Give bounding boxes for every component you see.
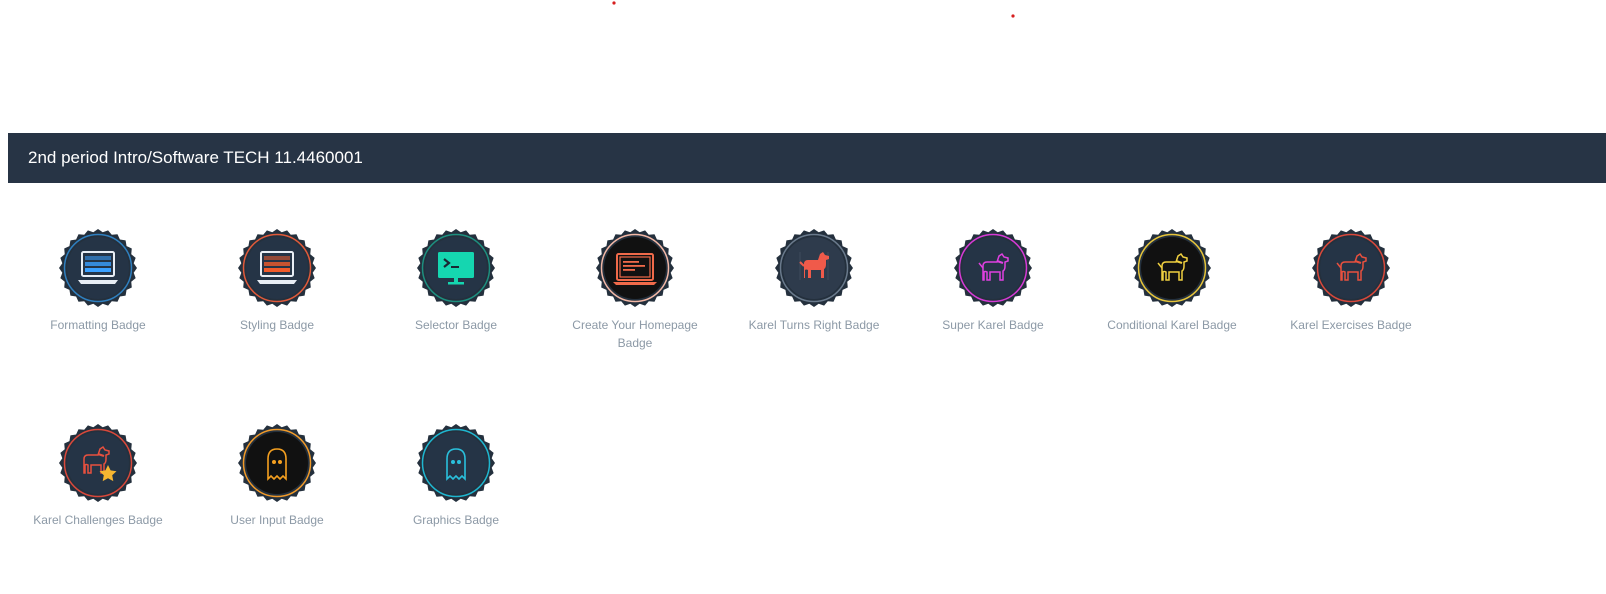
ghost-icon: [238, 424, 316, 502]
badge-label: Styling Badge: [239, 318, 315, 332]
badge-label: Karel Turns Right Badge: [748, 318, 880, 332]
badge-label: Graphics Badge: [412, 513, 500, 527]
monitor-bars-icon: [59, 229, 137, 307]
dog-outline-icon: [1312, 229, 1390, 307]
badge-super-karel[interactable]: Super Karel Badge: [903, 228, 1083, 334]
badge-karel-challenges[interactable]: Karel Challenges Badge: [8, 423, 188, 529]
badge-grid: Formatting Badge Styling Badge Selector …: [8, 183, 1606, 583]
badge-create-your-homepage[interactable]: Create Your Homepage Badge: [545, 228, 725, 352]
badge-label: Super Karel Badge: [942, 318, 1044, 332]
badge-label: Conditional Karel Badge: [1107, 318, 1237, 332]
badge-label: Karel Challenges Badge: [33, 513, 163, 527]
browser-window-icon: [596, 229, 674, 307]
badge-karel-turns-right[interactable]: Karel Turns Right Badge: [724, 228, 904, 334]
dog-star-icon: [59, 424, 137, 502]
monitor-bars-icon: [238, 229, 316, 307]
badge-formatting[interactable]: Formatting Badge: [8, 228, 188, 334]
badge-styling[interactable]: Styling Badge: [187, 228, 367, 334]
badge-label: User Input Badge: [230, 513, 324, 527]
terminal-monitor-icon: [417, 229, 495, 307]
class-badges-panel: 2nd period Intro/Software TECH 11.446000…: [8, 133, 1606, 583]
badge-selector[interactable]: Selector Badge: [366, 228, 546, 334]
badge-label: Selector Badge: [414, 318, 498, 332]
badge-label: Formatting Badge: [50, 318, 146, 332]
ghost-icon: [417, 424, 495, 502]
badge-graphics[interactable]: Graphics Badge: [366, 423, 546, 529]
badge-label: Create Your Homepage Badge: [572, 318, 698, 350]
dog-icon: [775, 229, 853, 307]
badge-karel-exercises[interactable]: Karel Exercises Badge: [1261, 228, 1441, 334]
badge-label: Karel Exercises Badge: [1290, 318, 1412, 332]
dog-outline-icon: [954, 229, 1032, 307]
badge-conditional-karel[interactable]: Conditional Karel Badge: [1082, 228, 1262, 334]
badge-user-input[interactable]: User Input Badge: [187, 423, 367, 529]
section-title: 2nd period Intro/Software TECH 11.446000…: [8, 133, 1606, 183]
dog-outline-icon: [1133, 229, 1211, 307]
